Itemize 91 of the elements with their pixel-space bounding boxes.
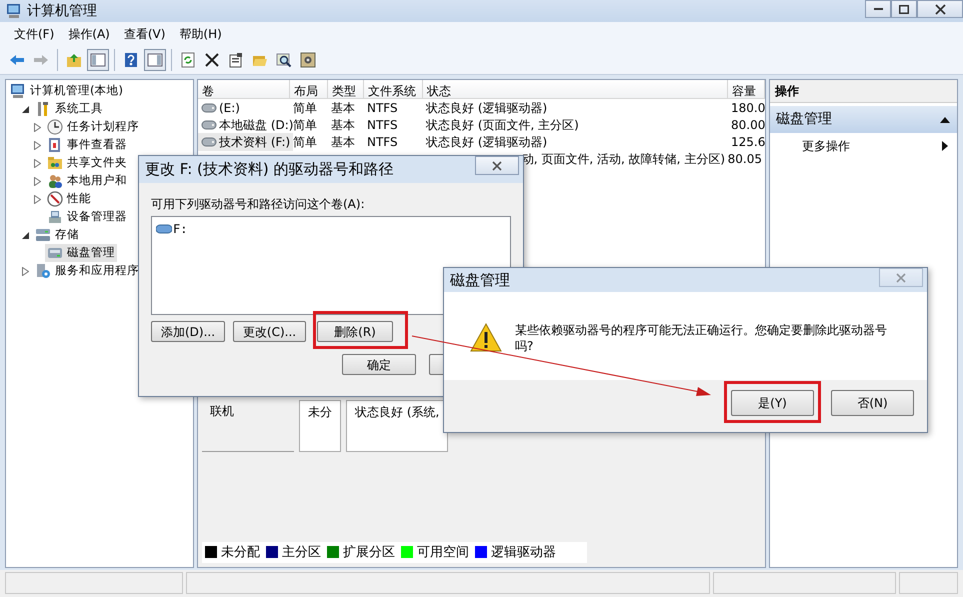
tree-item[interactable]: 本地用户和	[45, 172, 129, 190]
close-icon	[492, 160, 502, 170]
tree-item[interactable]: 磁盘管理	[45, 244, 117, 262]
table-cell-text: 状态良好 (逻辑驱动器)	[425, 100, 548, 116]
minimize-icon	[874, 8, 882, 10]
actions-header: 操作	[770, 80, 957, 103]
table-cell-text: 80.00	[730, 116, 766, 134]
close-icon	[934, 4, 946, 14]
dialog-prompt: 可用下列驱动器号和路径访问这个卷(A):	[151, 196, 366, 213]
window-title: 计算机管理	[27, 2, 97, 20]
column-header[interactable]: 卷	[198, 80, 290, 98]
table-cell-text: 125.6	[730, 134, 766, 150]
action-label: 更多操作	[802, 138, 850, 155]
path-item[interactable]: F:	[156, 220, 506, 238]
table-cell-text: NTFS	[366, 116, 399, 134]
search-icon	[276, 52, 292, 68]
dialog-button[interactable]: 添加(D)...	[151, 321, 225, 342]
computer-icon	[6, 3, 22, 19]
table-cell-text: 基本	[330, 116, 356, 134]
dialog-button[interactable]: 删除(R)	[317, 321, 393, 342]
partition-block: 状态良好 (系统,	[346, 400, 448, 452]
warning-icon	[470, 322, 502, 352]
legend-label: 未分配	[221, 544, 260, 562]
table-cell-text: 80.05	[726, 150, 763, 168]
shared-folder-icon	[47, 155, 63, 171]
column-header[interactable]: 布局	[290, 80, 328, 98]
refresh-icon	[180, 52, 196, 68]
table-cell: (E:)	[198, 98, 243, 116]
column-header[interactable]: 类型	[328, 80, 364, 98]
close-icon	[896, 272, 906, 282]
tools-icon	[35, 101, 51, 117]
tree-item[interactable]: 服务和应用程序	[33, 262, 141, 280]
close-button[interactable]	[917, 0, 963, 18]
storage-icon	[35, 227, 51, 243]
users-icon	[47, 173, 63, 189]
menu-item[interactable]: 文件(F)	[8, 24, 60, 44]
column-header[interactable]: 文件系统	[364, 80, 423, 98]
legend-label: 逻辑驱动器	[491, 544, 556, 562]
properties-icon	[228, 52, 244, 68]
legend-label: 主分区	[282, 544, 321, 562]
table-cell-text: 简单	[292, 100, 318, 116]
action-item[interactable]: 更多操作	[770, 133, 957, 159]
tree-item[interactable]: 系统工具	[33, 100, 105, 118]
legend-label: 可用空间	[417, 544, 469, 562]
pane-icon	[90, 52, 106, 68]
dialog-button[interactable]: 否(N)	[831, 390, 914, 416]
device-icon	[47, 209, 63, 225]
tree-item[interactable]: 计算机管理(本地)	[8, 82, 125, 100]
ok-button[interactable]: 确定	[342, 354, 416, 375]
tree-item[interactable]: 设备管理器	[45, 208, 129, 226]
dialog-title: 磁盘管理	[450, 270, 510, 291]
dialog-message: 某些依赖驱动器号的程序可能无法正确运行。您确定要删除此驱动器号吗?	[515, 322, 887, 354]
table-cell-text: 状态良好 (逻辑驱动器)	[425, 134, 548, 150]
computer-icon	[10, 83, 26, 99]
tree-item[interactable]: 任务计划程序	[45, 118, 141, 136]
drive-icon	[47, 245, 63, 261]
maximize-icon	[899, 4, 909, 14]
tree-item[interactable]: 事件查看器	[45, 136, 129, 154]
clock-icon	[47, 119, 63, 135]
table-cell-text: 状态良好 (页面文件, 主分区)	[425, 116, 580, 134]
tree-item[interactable]: 存储	[33, 226, 81, 244]
tree-item[interactable]: 共享文件夹	[45, 154, 129, 172]
table-cell-text: NTFS	[366, 100, 399, 116]
dialog-title: 更改 F: (技术资料) 的驱动器号和路径	[145, 159, 394, 180]
dialog-button[interactable]: 是(Y)	[731, 390, 814, 416]
partition-block: 未分	[299, 400, 341, 452]
legend-label: 扩展分区	[343, 544, 395, 562]
pane-icon	[147, 52, 163, 68]
table-cell-text: 基本	[330, 100, 356, 116]
section-title: 磁盘管理	[776, 110, 832, 129]
menu-item[interactable]: 帮助(H)	[173, 24, 228, 44]
delete-icon	[204, 52, 220, 68]
close-button[interactable]	[475, 156, 519, 175]
help-icon	[123, 52, 139, 68]
log-icon	[47, 137, 63, 153]
actions-section[interactable]: 磁盘管理	[770, 106, 957, 133]
maximize-button[interactable]	[891, 0, 917, 18]
folder-up-icon	[66, 52, 82, 68]
table-cell: 技术资料 (F:)	[198, 132, 294, 150]
tree-item[interactable]: 性能	[45, 190, 93, 208]
minimize-button[interactable]	[865, 0, 891, 18]
table-cell-text: 基本	[330, 134, 356, 150]
drive-icon	[156, 222, 172, 236]
menu-item[interactable]: 查看(V)	[118, 24, 172, 44]
dialog-button[interactable]: 更改(C)...	[233, 321, 306, 342]
table-cell-text: NTFS	[366, 134, 399, 150]
column-header[interactable]: 容量	[728, 80, 765, 98]
menu-item[interactable]: 操作(A)	[62, 24, 116, 44]
table-cell-text: 180.0	[730, 100, 766, 116]
column-header[interactable]: 状态	[423, 80, 728, 98]
table-cell-text: 简单	[292, 134, 318, 150]
